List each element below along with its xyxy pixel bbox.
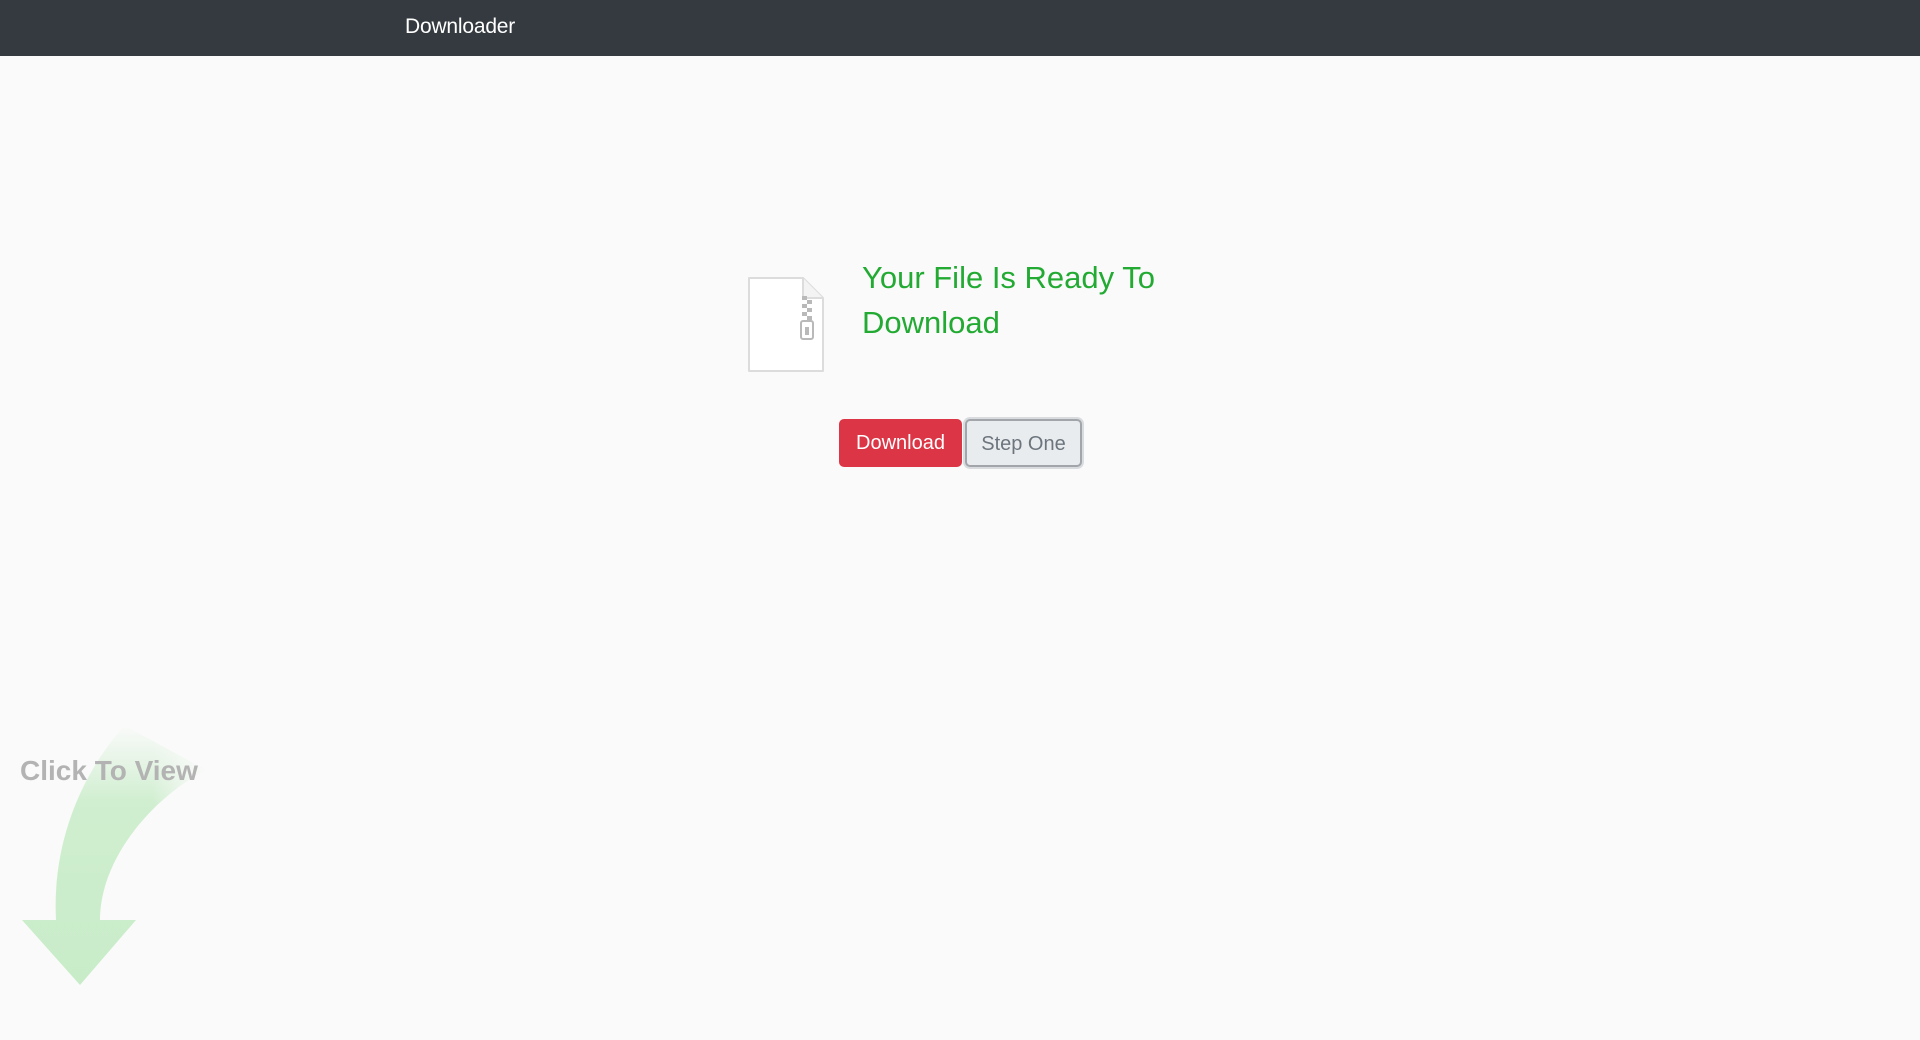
navbar: Downloader [0, 0, 1920, 56]
zip-file-icon [748, 277, 824, 372]
download-button[interactable]: Download [839, 419, 962, 467]
step-one-button[interactable]: Step One [965, 419, 1082, 467]
brand-link[interactable]: Downloader [405, 13, 515, 41]
click-to-view-label[interactable]: Click To View [20, 757, 198, 785]
file-ready-title: Your File Is Ready To Download [862, 260, 1155, 340]
